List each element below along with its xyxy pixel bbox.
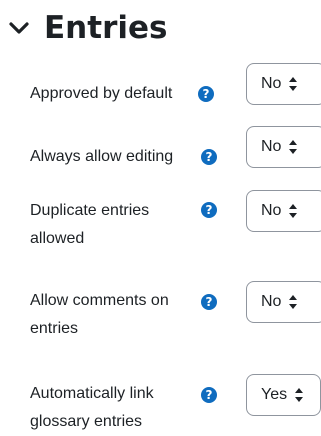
question-circle-icon[interactable]: ? xyxy=(201,387,217,403)
question-circle-icon[interactable]: ? xyxy=(201,294,217,310)
always-allow-editing-select[interactable]: No xyxy=(246,126,321,168)
chevron-down-icon xyxy=(9,22,29,34)
setting-label: Always allow editing xyxy=(30,148,174,165)
approved-by-default-select[interactable]: No xyxy=(246,63,321,105)
setting-label: Automatically link glossary entries xyxy=(30,385,154,430)
allow-comments-select[interactable]: No xyxy=(246,281,321,323)
question-circle-icon[interactable]: ? xyxy=(201,202,217,218)
select-caret-icon xyxy=(289,77,298,91)
select-caret-icon xyxy=(289,295,298,309)
question-circle-icon[interactable]: ? xyxy=(201,149,217,165)
automatically-link-select[interactable]: Yes xyxy=(246,374,321,416)
setting-label: Duplicate entries allowed xyxy=(30,202,150,247)
select-caret-icon xyxy=(289,204,298,218)
section-toggle-entries[interactable]: Entries xyxy=(8,6,167,50)
duplicate-entries-allowed-select[interactable]: No xyxy=(246,190,321,232)
question-circle-icon[interactable]: ? xyxy=(198,86,214,102)
setting-label: Allow comments on entries xyxy=(30,292,169,337)
section-title: Entries xyxy=(44,9,168,46)
select-caret-icon xyxy=(289,140,298,154)
setting-label: Approved by default xyxy=(30,85,173,102)
select-caret-icon xyxy=(295,388,304,402)
